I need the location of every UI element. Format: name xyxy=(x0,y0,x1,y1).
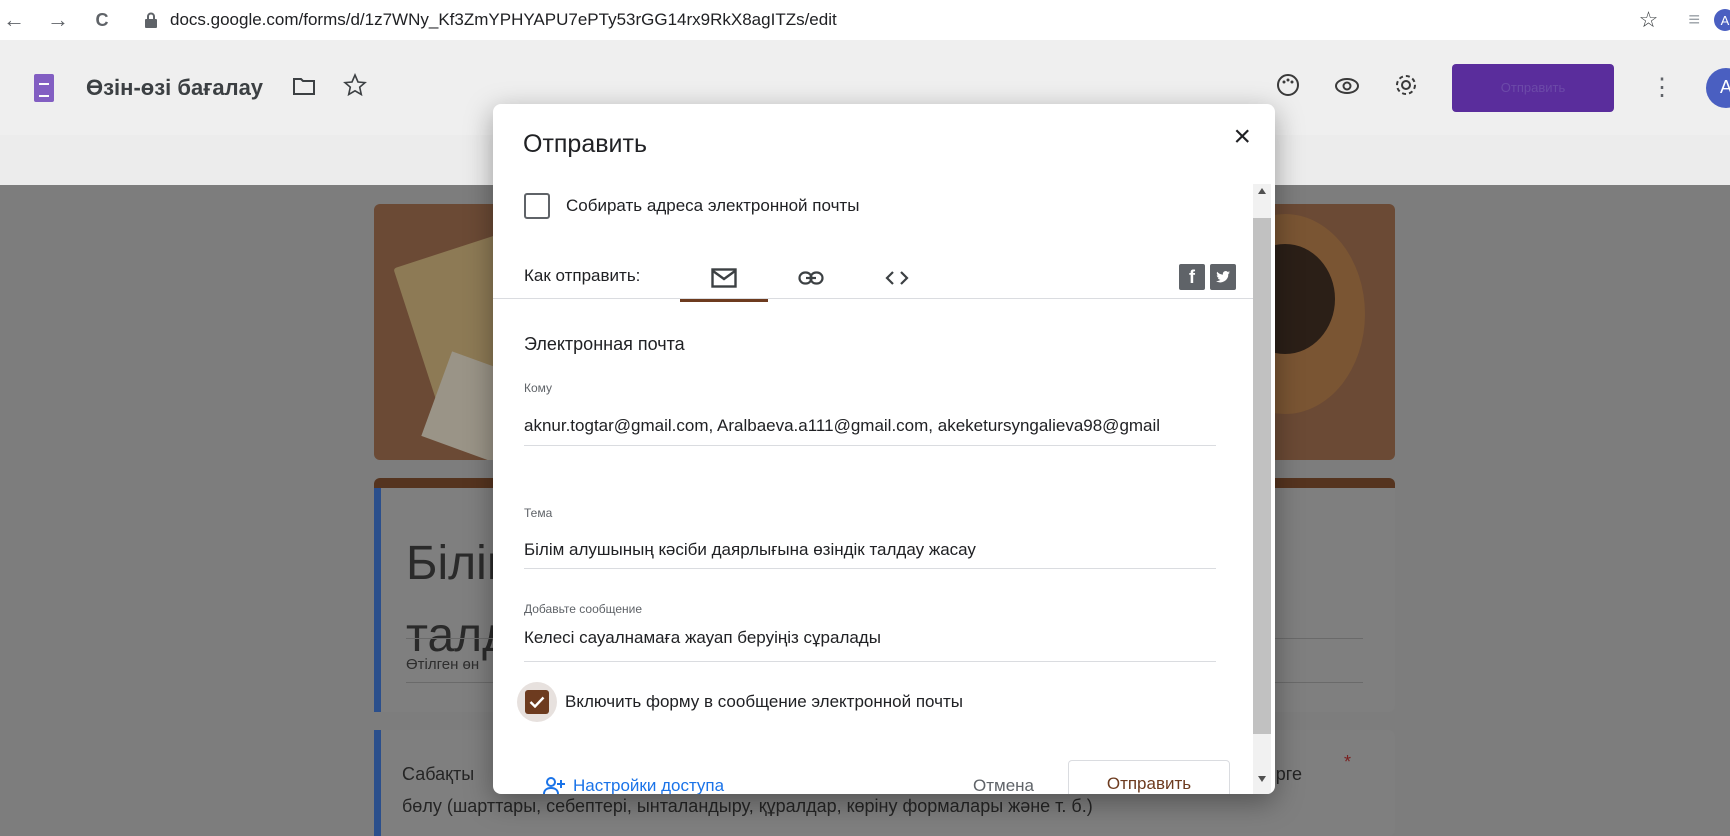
lock-icon xyxy=(145,12,157,28)
header-send-button[interactable]: Отправить xyxy=(1452,63,1614,112)
forward-icon[interactable]: → xyxy=(46,7,70,32)
browser-toolbar: ← → C docs.google.com/forms/d/1z7WNy_Kf3… xyxy=(0,0,1730,40)
send-method-label: Как отправить: xyxy=(524,266,641,285)
link-icon xyxy=(798,271,824,285)
collect-emails-checkbox[interactable] xyxy=(524,193,550,219)
star-icon[interactable] xyxy=(343,72,367,103)
dialog-title: Отправить xyxy=(523,130,647,158)
tabs-divider xyxy=(493,298,1253,299)
reading-list-icon[interactable]: ≡ xyxy=(1688,9,1700,32)
access-settings-label: Настройки доступа xyxy=(573,776,725,794)
forms-logo-icon[interactable] xyxy=(34,73,54,102)
form-doc-title[interactable]: Өзін-өзі бағалау xyxy=(86,75,263,101)
scrollbar-thumb[interactable] xyxy=(1253,218,1271,734)
tab-email[interactable] xyxy=(680,256,768,302)
browser-profile-avatar[interactable]: A xyxy=(1714,9,1730,31)
back-icon[interactable]: ← xyxy=(2,7,26,32)
reload-icon[interactable]: C xyxy=(90,8,114,32)
close-icon[interactable]: × xyxy=(1233,122,1251,152)
account-avatar[interactable]: A xyxy=(1706,67,1730,108)
include-form-label: Включить форму в сообщение электронной п… xyxy=(565,692,963,711)
to-field[interactable]: aknur.togtar@gmail.com, Aralbaeva.a111@g… xyxy=(524,416,1216,436)
facebook-icon[interactable]: f xyxy=(1179,264,1205,290)
email-section-title: Электронная почта xyxy=(524,334,685,354)
settings-gear-icon[interactable] xyxy=(1394,73,1418,103)
access-settings-button[interactable]: Настройки доступа xyxy=(543,776,724,794)
message-field[interactable]: Келесі сауалнамаға жауап беруіңіз сұрала… xyxy=(524,628,1216,648)
address-bar[interactable]: docs.google.com/forms/d/1z7WNy_Kf3ZmYPHY… xyxy=(144,10,837,30)
add-person-icon xyxy=(543,777,565,794)
more-options-icon[interactable]: ⋮ xyxy=(1650,73,1674,102)
preview-eye-icon[interactable] xyxy=(1334,75,1360,101)
twitter-icon[interactable] xyxy=(1210,264,1236,290)
form-description: Өтілген өн xyxy=(406,656,480,673)
tab-embed[interactable] xyxy=(853,256,941,300)
include-form-option[interactable]: Включить форму в сообщение электронной п… xyxy=(517,682,963,722)
send-button[interactable]: Отправить xyxy=(1068,760,1230,794)
cancel-button[interactable]: Отмена xyxy=(963,770,1044,794)
email-icon xyxy=(711,268,737,288)
to-field-underline xyxy=(524,445,1216,446)
checkmark-icon xyxy=(529,696,545,708)
embed-code-icon xyxy=(885,271,909,285)
collect-emails-option[interactable]: Собирать адреса электронной почты xyxy=(524,193,859,219)
folder-icon[interactable] xyxy=(293,75,316,101)
subject-field-underline xyxy=(524,568,1216,569)
message-field-underline xyxy=(524,661,1216,662)
required-star: * xyxy=(1343,752,1351,772)
message-label: Добавьте сообщение xyxy=(524,602,643,616)
subject-label: Тема xyxy=(524,506,553,520)
bookmark-star-icon[interactable]: ☆ xyxy=(1639,7,1659,33)
subject-field[interactable]: Білім алушының кәсіби даярлығына өзіндік… xyxy=(524,540,1216,560)
to-label: Кому xyxy=(524,381,553,395)
include-form-checkbox[interactable] xyxy=(525,690,549,714)
palette-icon[interactable] xyxy=(1276,73,1300,103)
tab-link[interactable] xyxy=(767,256,855,300)
url-text: docs.google.com/forms/d/1z7WNy_Kf3ZmYPHY… xyxy=(170,10,837,29)
scroll-down-arrow-icon[interactable] xyxy=(1258,776,1266,782)
collect-emails-label: Собирать адреса электронной почты xyxy=(566,196,860,215)
send-method-tabs: Как отправить: f xyxy=(524,256,1244,302)
send-dialog: Отправить × Собирать адреса электронной … xyxy=(493,104,1275,794)
scroll-up-arrow-icon[interactable] xyxy=(1258,188,1266,194)
